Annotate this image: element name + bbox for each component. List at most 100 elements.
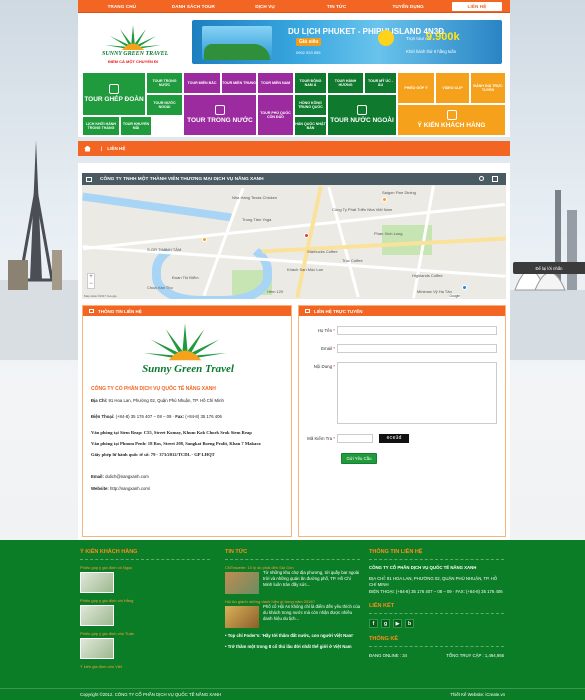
review-item[interactable]: Phiếu góp ý gia đình cô Ngọc (80, 565, 210, 593)
blog-icon[interactable]: b (405, 618, 414, 628)
nav-news[interactable]: TIN TỨC (301, 4, 373, 9)
news-link[interactable]: • Trở thăm một trong 8 cổ thú lâu đời nh… (225, 644, 360, 650)
tile-lich-khoi-hanh[interactable]: LỊCH KHỞI HÀNH TRONG THÁNG (82, 116, 120, 136)
tile-tour-nuoc-ngoai-small[interactable]: TOUR NƯỚC NGOÀI (146, 94, 183, 116)
banner-title: DU LỊCH PHUKET - PHIPHI ISLAND 4N3Đ (288, 27, 445, 36)
phone-label: Điện Thoại: (91, 413, 115, 419)
tile-tour-hanh-huong[interactable]: TOUR HÀNH HƯƠNG (327, 72, 364, 94)
site-logo[interactable]: SUNNY GREEN TRAVEL ĐIỂM CÀ MỘT CHUYẾN ĐI (102, 23, 168, 71)
background-landmarks-left (0, 140, 80, 360)
youtube-icon[interactable]: ▶ (393, 618, 402, 628)
promo-banner[interactable]: DU LỊCH PHUKET - PHIPHI ISLAND 4N3Đ Giá … (192, 20, 502, 64)
map-header: CÔNG TY TNHH MỘT THÀNH VIÊN THƯƠNG MẠI D… (82, 173, 506, 185)
tile-phieu-gop-y[interactable]: PHIẾU GÓP Ý (397, 72, 435, 104)
nav-careers[interactable]: TUYỂN DỤNG (372, 4, 444, 9)
review-item[interactable]: Phiếu góp ý gia đình chị Hằng (80, 598, 210, 626)
tile-label: LỊCH KHỞI HÀNH TRONG THÁNG (85, 121, 117, 130)
news-link[interactable]: • Top chỉ Foder's: 'Hãy tới thăm đất nướ… (225, 633, 360, 639)
tile-tour-khuyen-mai[interactable]: TOUR KHUYẾN MÃI (120, 116, 152, 136)
submit-button[interactable]: Gửi Yêu Cầu (341, 453, 377, 464)
review-link[interactable]: Phiếu góp ý gia đình chị Hằng (80, 598, 210, 603)
captcha-image: ece3d (379, 434, 409, 443)
review-item[interactable]: Phiếu góp ý gia đình chú Tuấn (80, 631, 210, 659)
tile-label: TOUR NƯỚC NGOÀI (330, 117, 394, 125)
online-count: ĐANG ONLINE : 34 (369, 652, 407, 658)
tile-tour-ghep-doan[interactable]: TOUR GHÉP ĐOÀN (82, 72, 146, 116)
tile-danh-gia[interactable]: ĐÁNH GIÁ TRỰC TUYẾN (470, 72, 506, 104)
map-label: S-GR THANH TÂM (147, 247, 182, 252)
tile-phu-quoc[interactable]: TOUR PHÚ QUỐC CÔN ĐẢO (257, 94, 294, 136)
footer-reviews-title: Ý KIẾN KHÁCH HÀNG (80, 549, 210, 560)
form-row-content: Nội Dung * (299, 362, 497, 424)
main-content: CÔNG TY TNHH MỘT THÀNH VIÊN THƯƠNG MẠI D… (78, 163, 510, 541)
designer-credit[interactable]: Thiết Kế Website: iCreate.vn (450, 692, 505, 697)
nav-contact[interactable]: LIÊN HỆ (451, 1, 502, 11)
map-river (82, 192, 232, 222)
tile-label: TOUR HÀNH HƯƠNG (334, 78, 357, 87)
tile-han-quoc[interactable]: HÀN QUỐC NHẬT BẢN (294, 116, 327, 136)
total-visits: TỔNG TRUY CẬP : 1,494,955 (446, 652, 504, 658)
facebook-icon[interactable]: f (369, 618, 378, 628)
map-marker-icon[interactable] (304, 233, 309, 238)
palm-icon (215, 105, 225, 116)
tile-tour-my-uc-au[interactable]: TOUR MỸ ÚC - ÂU (364, 72, 397, 94)
website-value[interactable]: http://nangxanh.com/ (110, 486, 150, 491)
google-logo: Google (449, 294, 460, 298)
smiley-icon (378, 30, 394, 46)
fax-label: Fax: (175, 413, 185, 419)
tile-tour-dong-nam-a[interactable]: TOUR ĐÔNG NAM Á (294, 72, 327, 94)
home-icon[interactable] (84, 145, 91, 152)
logo-slogan: ĐIỂM CÀ MỘT CHUYẾN ĐI (108, 59, 158, 64)
tile-tour-mien-bac[interactable]: TOUR MIỀN BẮC (183, 72, 221, 94)
tile-y-kien-khach-hang[interactable]: Ý KIẾN KHÁCH HÀNG (397, 104, 506, 136)
tile-tour-trong-nuoc[interactable]: TOUR TRONG NƯỚC (183, 94, 257, 136)
site-footer: Ý KIẾN KHÁCH HÀNG Phiếu góp ý gia đình c… (0, 540, 585, 700)
google-plus-icon[interactable]: g (381, 618, 390, 628)
email-input[interactable] (337, 344, 497, 353)
email-label: Email: (91, 474, 104, 480)
footer-links-title: LIÊN KẾT (369, 603, 504, 614)
map-zoom-control[interactable]: + − (87, 273, 95, 289)
share-icon[interactable] (479, 176, 484, 181)
tile-label: TOUR KHUYẾN MÃI (122, 121, 150, 130)
review-link[interactable]: Phiếu góp ý gia đình chú Tuấn (80, 631, 210, 636)
contact-info-panel: THÔNG TIN LIÊN HỆ Sunny Green Travel CÔN… (82, 305, 292, 537)
news-item[interactable]: Hội An giành những danh hiệu gì trong nă… (225, 599, 360, 628)
leave-message-button[interactable]: Để lại lời nhắn (513, 262, 585, 274)
tile-label: VIDEO CLIP (442, 85, 463, 90)
online-contact-form: LIÊN HỆ TRỰC TUYẾN Họ Tên * Email * Nội … (298, 305, 506, 537)
content-label: Nội Dung * (313, 364, 335, 369)
breadcrumb: | LIÊN HỆ (78, 141, 510, 156)
tile-video-clip[interactable]: VIDEO CLIP (435, 72, 470, 104)
tile-tour-nuoc-ngoai[interactable]: TOUR NƯỚC NGOÀI (327, 94, 397, 136)
tile-label: TOUR TRONG NƯỚC (187, 117, 253, 125)
fullscreen-icon[interactable] (492, 176, 498, 182)
tile-label: TOUR GHÉP ĐOÀN (84, 96, 144, 104)
review-item[interactable]: Ý kiến gia đình chú Việt (80, 664, 210, 669)
news-item[interactable]: CNTraveler: 10 lý do phải đến Sài Gòn Từ… (225, 565, 360, 594)
map-label: Nha Hàng Texas Chicken (232, 195, 278, 200)
info-license: Giấy phép lữ hành quốc tế số: 79 - 373/2… (91, 451, 215, 457)
content-textarea[interactable] (337, 362, 497, 424)
name-input[interactable] (337, 326, 497, 335)
tile-tour-mien-trung[interactable]: TOUR MIỀN TRUNG (221, 72, 257, 94)
tile-label: Ý KIẾN KHÁCH HÀNG (417, 122, 486, 130)
google-map[interactable]: Nha Hàng Texas Chicken Công Ty Phát Triể… (82, 185, 506, 299)
review-link[interactable]: Ý kiến gia đình chú Việt (80, 664, 210, 669)
copyright-bar: Copyright ©2012. CÔNG TY CỔ PHẦN DỊCH VỤ… (0, 688, 585, 700)
captcha-input[interactable] (337, 434, 373, 443)
review-link[interactable]: Phiếu góp ý gia đình cô Ngọc (80, 565, 210, 570)
banner-badge: Giá siêu (296, 38, 322, 46)
tile-hong-kong[interactable]: HỒNG KÔNG TRUNG QUỐC (294, 94, 327, 116)
map-label: Khách Sạn Mộc Lan (287, 267, 324, 272)
email-value[interactable]: dulich@nangxanh.com (105, 474, 149, 479)
nav-tour-list[interactable]: DANH SÁCH TOUR (158, 4, 230, 9)
social-links: f g ▶ b (369, 618, 504, 628)
tile-tour-trong-nuoc-small[interactable]: TOUR TRONG NƯỚC (146, 72, 183, 94)
leave-message-label: Để lại lời nhắn (535, 265, 563, 271)
tile-tour-mien-nam[interactable]: TOUR MIỀN NAM (257, 72, 294, 94)
map-label: Minimax Vỹ Hạ Tân (417, 289, 452, 294)
nav-services[interactable]: DỊCH VỤ (229, 4, 301, 9)
nav-home[interactable]: TRANG CHỦ (86, 4, 158, 9)
map-label: Chùa Vạn Thọ (147, 285, 173, 290)
